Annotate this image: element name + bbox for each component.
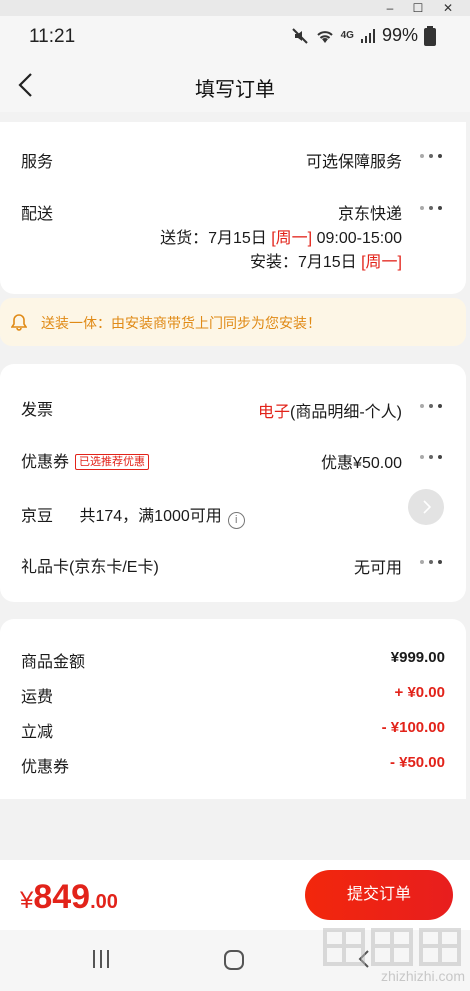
page-header: 填写订单 bbox=[0, 58, 470, 112]
invoice-type: 电子 bbox=[257, 404, 290, 421]
close-icon[interactable]: ✕ bbox=[438, 0, 458, 16]
status-bar: 11:21 4G 99% bbox=[0, 16, 470, 58]
bell-icon bbox=[11, 314, 27, 331]
recommended-tag: 已选推荐优惠 bbox=[75, 454, 150, 470]
goods-amount-value: ¥999.00 bbox=[390, 649, 445, 666]
price-summary-card: 商品金额 ¥999.00 运费 + ¥0.00 立减 - ¥100.00 优惠券… bbox=[0, 619, 466, 799]
maximize-icon[interactable]: ☐ bbox=[408, 0, 428, 16]
coupon-value[interactable]: 优惠¥50.00 bbox=[321, 449, 402, 473]
recent-apps-icon[interactable] bbox=[90, 948, 112, 970]
invoice-value[interactable]: 电子(商品明细-个人) bbox=[258, 398, 402, 422]
coupon-summary-label: 优惠券 bbox=[21, 759, 70, 776]
coupon-label: 优惠券 bbox=[21, 454, 70, 471]
currency-symbol: ¥ bbox=[20, 887, 34, 914]
battery-percent: 99% bbox=[381, 25, 418, 45]
watermark-logo bbox=[323, 928, 461, 966]
window-titlebar: – ☐ ✕ bbox=[0, 0, 470, 16]
jd-beans-row: 京豆 共174，满1000可用 i bbox=[21, 502, 245, 529]
discount-label: 立减 bbox=[21, 724, 54, 741]
delivery-date: 送货：7月15日 bbox=[160, 230, 267, 247]
more-dots-icon[interactable] bbox=[420, 453, 442, 461]
minimize-icon[interactable]: – bbox=[380, 0, 400, 16]
battery-icon bbox=[424, 25, 436, 46]
install-notice-banner: 送装一体：由安装商带货上门同步为您安装！ bbox=[0, 298, 466, 346]
info-icon[interactable]: i bbox=[227, 512, 245, 529]
payment-options-card: 发票 电子(商品明细-个人) 优惠券 已选推荐优惠 优惠¥50.00 京豆 共17… bbox=[0, 364, 466, 602]
install-date: 安装：7月15日 bbox=[249, 254, 357, 271]
watermark: zhizhizhi.com bbox=[319, 924, 469, 986]
mute-icon bbox=[291, 27, 308, 44]
delivery-weekday: [周一] bbox=[271, 230, 313, 247]
invoice-label: 发票 bbox=[21, 402, 54, 419]
service-label: 服务 bbox=[21, 154, 54, 171]
more-dots-icon[interactable] bbox=[420, 402, 442, 410]
service-value[interactable]: 可选保障服务 bbox=[306, 148, 402, 172]
more-dots-icon[interactable] bbox=[420, 558, 442, 566]
checkout-bar: ¥849.00 提交订单 bbox=[0, 860, 470, 930]
wifi-icon bbox=[316, 30, 333, 43]
more-dots-icon[interactable] bbox=[420, 152, 442, 160]
shipping-label: 配送 bbox=[21, 206, 54, 223]
watermark-site: zhizhizhi.com bbox=[380, 968, 465, 984]
install-notice-text: 送装一体：由安装商带货上门同步为您安装！ bbox=[41, 315, 321, 331]
more-dots-icon[interactable] bbox=[420, 204, 442, 212]
coupon-row-label: 优惠券 已选推荐优惠 bbox=[21, 448, 150, 472]
delivery-time-row: 送货：7月15日 [周一] 09:00-15:00 bbox=[160, 224, 402, 248]
jd-beans-toggle[interactable] bbox=[408, 489, 444, 525]
chevron-right-icon bbox=[423, 500, 432, 514]
total-price: ¥849.00 bbox=[20, 878, 118, 917]
goods-amount-label: 商品金额 bbox=[21, 654, 86, 671]
invoice-detail: (商品明细-个人) bbox=[290, 404, 402, 421]
delivery-window: 09:00-15:00 bbox=[316, 230, 402, 247]
total-decimal: .00 bbox=[90, 891, 118, 913]
status-icons: 4G 99% bbox=[291, 25, 436, 46]
home-icon[interactable] bbox=[222, 948, 246, 972]
jd-beans-value: 共174，满1000可用 bbox=[79, 508, 222, 525]
signal-icon bbox=[360, 28, 375, 43]
shipping-value[interactable]: 京东快递 bbox=[338, 200, 402, 224]
install-time-row: 安装：7月15日 [周一] bbox=[250, 248, 402, 272]
gift-card-label: 礼品卡(京东卡/E卡) bbox=[21, 559, 159, 576]
page-title: 填写订单 bbox=[195, 79, 275, 101]
delivery-card: 服务 可选保障服务 配送 京东快递 送货：7月15日 [周一] 09:00-15… bbox=[0, 122, 466, 294]
network-type: 4G bbox=[340, 30, 354, 41]
jd-beans-label: 京豆 bbox=[21, 508, 54, 525]
install-weekday: [周一] bbox=[361, 254, 402, 271]
discount-value: - ¥100.00 bbox=[381, 719, 445, 736]
total-integer: 849 bbox=[33, 878, 91, 916]
freight-label: 运费 bbox=[21, 689, 54, 706]
gift-card-value[interactable]: 无可用 bbox=[354, 554, 402, 578]
coupon-summary-value: - ¥50.00 bbox=[389, 754, 445, 771]
freight-value: + ¥0.00 bbox=[394, 684, 445, 701]
submit-order-button[interactable]: 提交订单 bbox=[305, 870, 453, 920]
status-time: 11:21 bbox=[29, 26, 76, 47]
